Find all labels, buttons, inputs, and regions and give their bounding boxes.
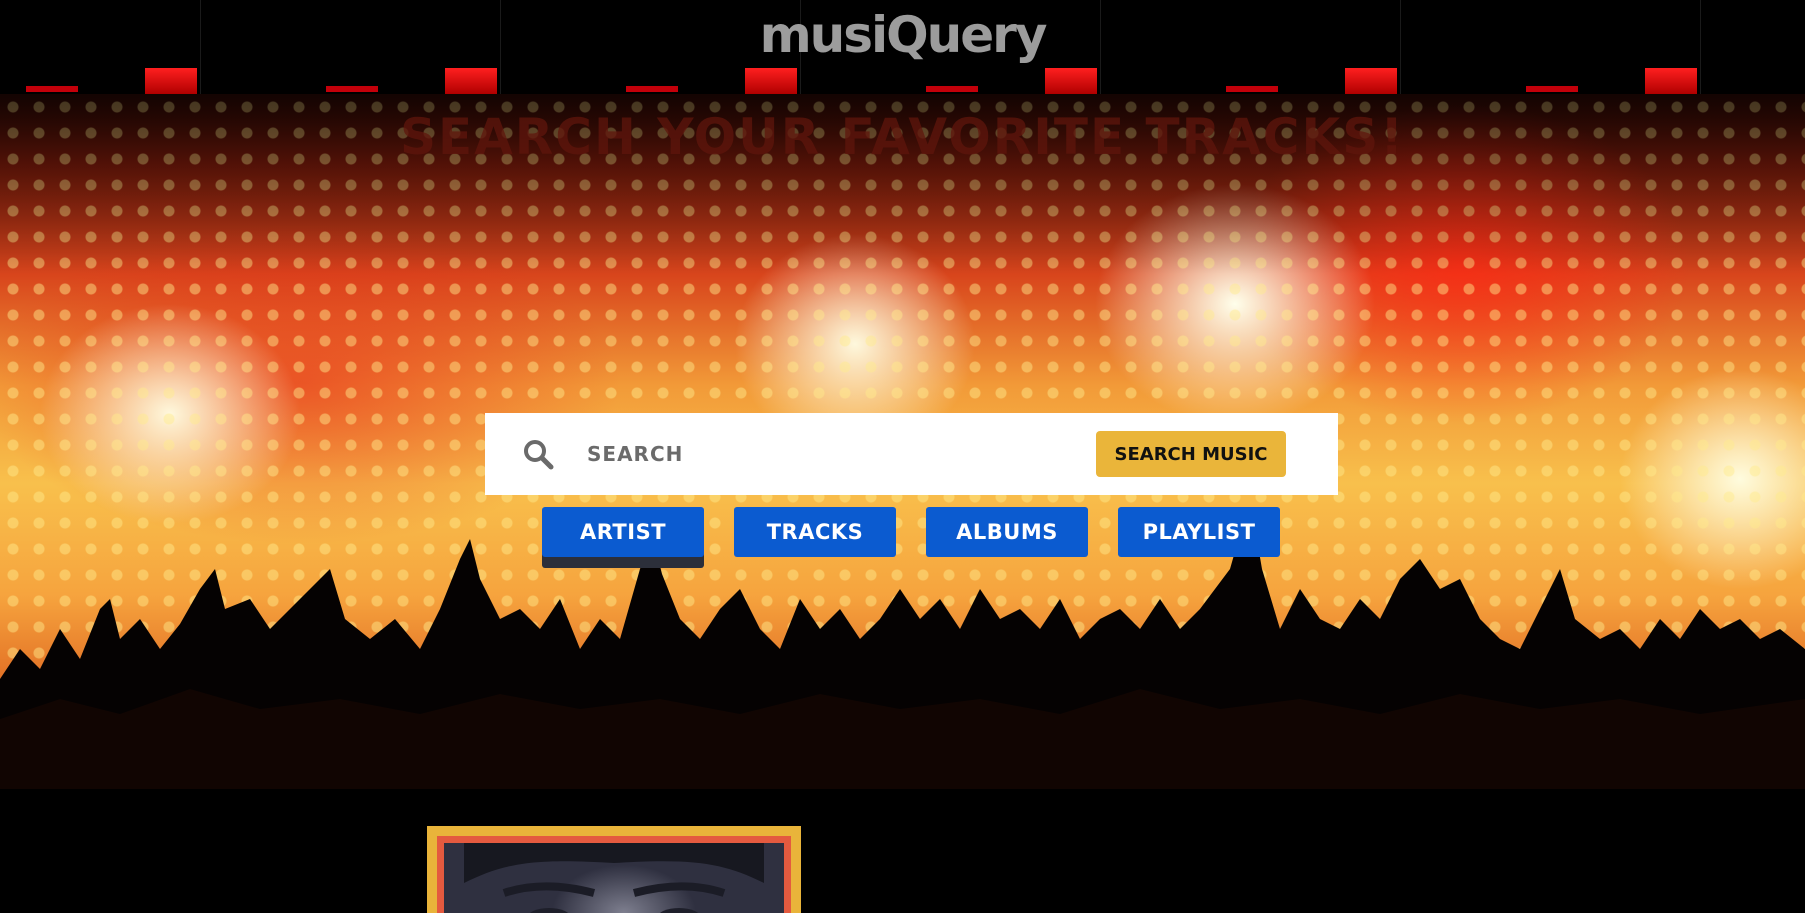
- equalizer-bar: [745, 68, 797, 94]
- equalizer-bar: [326, 86, 378, 92]
- equalizer-bar: [145, 68, 197, 94]
- crowd-silhouette: [0, 529, 1805, 789]
- equalizer-bar: [1526, 86, 1578, 92]
- page: musiQuery SEARCH YOUR FAVORITE TRACKS! S…: [0, 0, 1805, 913]
- equalizer-bar: [445, 68, 497, 94]
- result-card[interactable]: [427, 826, 801, 913]
- search-bar: SEARCH MUSIC: [485, 413, 1338, 495]
- equalizer-bar: [1226, 86, 1278, 92]
- category-artist-button[interactable]: ARTIST: [542, 507, 704, 557]
- search-icon: [524, 440, 554, 470]
- category-playlist-button[interactable]: PLAYLIST: [1118, 507, 1280, 557]
- equalizer-bar: [926, 86, 978, 92]
- equalizer-bar: [26, 86, 78, 92]
- search-music-button[interactable]: SEARCH MUSIC: [1096, 431, 1286, 477]
- equalizer-bar: [1345, 68, 1397, 94]
- artist-face-graphic: [464, 843, 764, 913]
- category-albums-button[interactable]: ALBUMS: [926, 507, 1088, 557]
- site-logo[interactable]: musiQuery: [0, 8, 1805, 63]
- hero-title: SEARCH YOUR FAVORITE TRACKS!: [399, 108, 1406, 166]
- equalizer-bar: [1045, 68, 1097, 94]
- equalizer-bar: [626, 86, 678, 92]
- artist-image: [444, 843, 784, 913]
- equalizer-bar: [1645, 68, 1697, 94]
- category-tracks-button[interactable]: TRACKS: [734, 507, 896, 557]
- search-input[interactable]: [585, 433, 1009, 475]
- header: musiQuery: [0, 0, 1805, 94]
